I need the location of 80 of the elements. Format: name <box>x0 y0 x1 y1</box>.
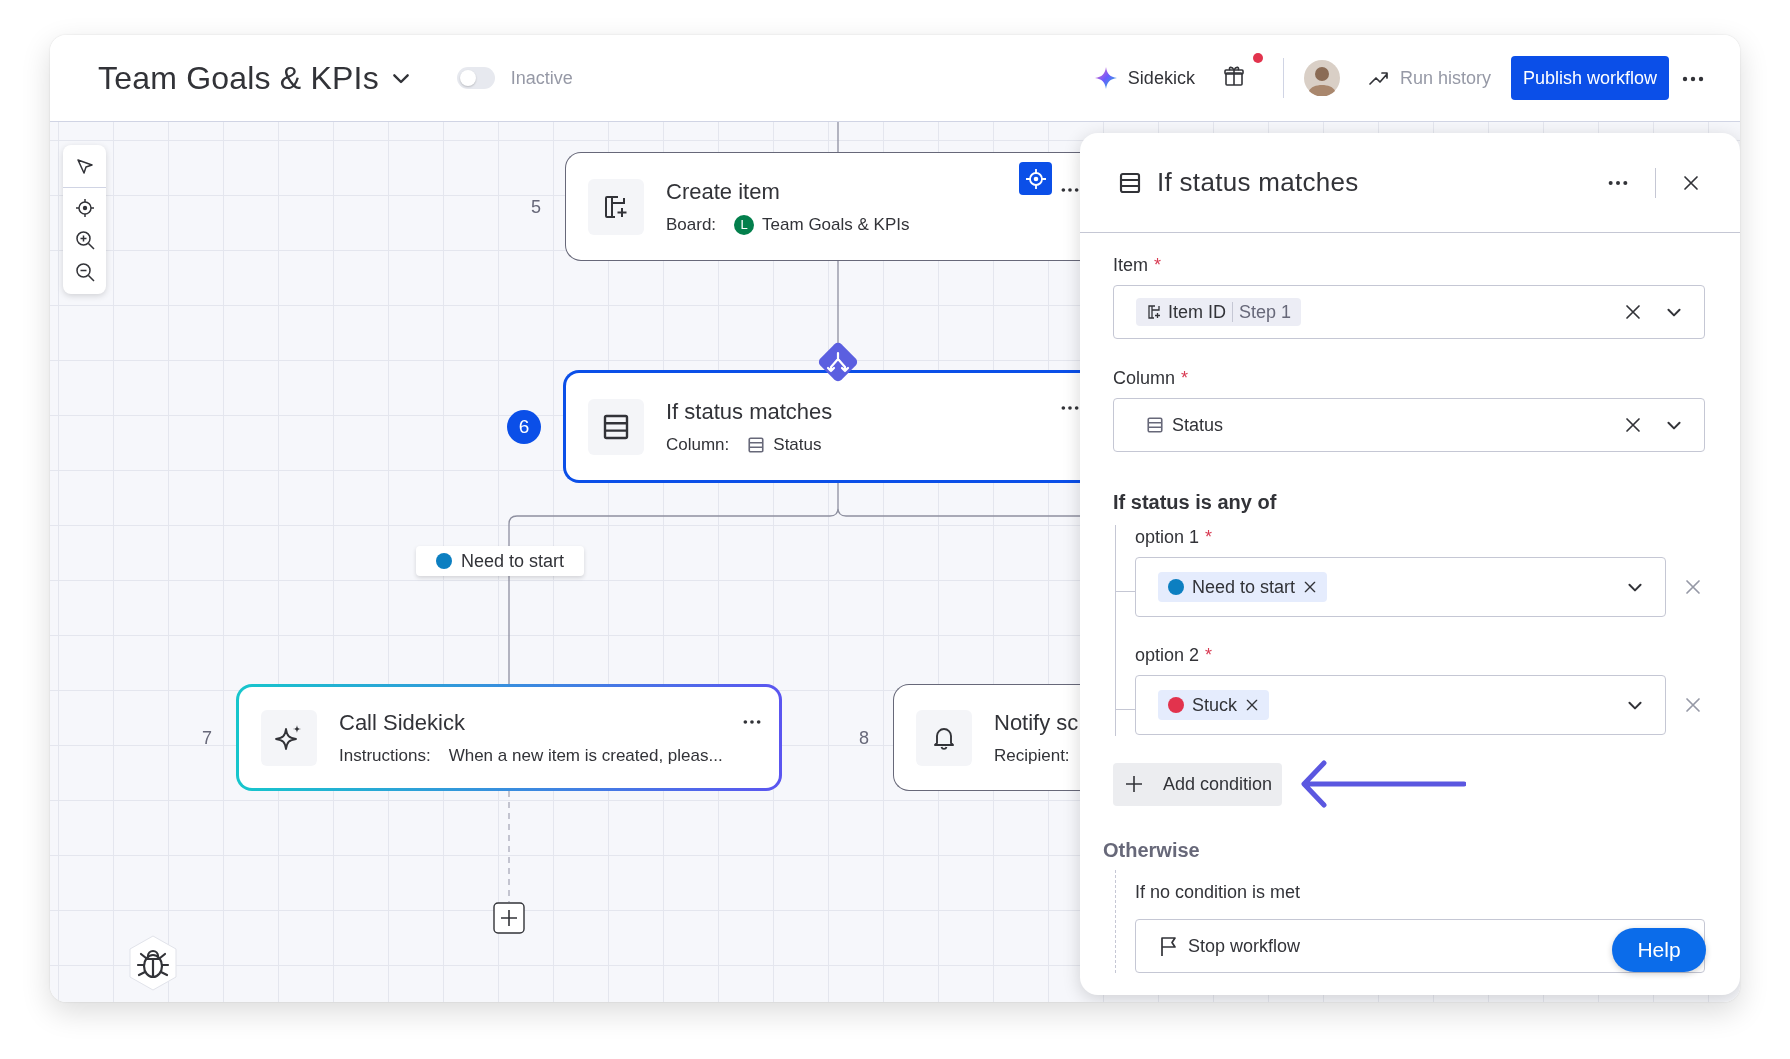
table-icon <box>1118 170 1142 195</box>
remove-icon[interactable] <box>1303 580 1318 594</box>
remove-option-icon[interactable] <box>1684 696 1702 714</box>
node-value: When a new item is created, pleas... <box>448 745 723 766</box>
required-mark: * <box>1205 526 1213 549</box>
chip-source: Step 1 <box>1239 301 1292 323</box>
workflow-step-card[interactable]: If status matches Column: Status <box>563 370 1080 483</box>
option-label: option 2 <box>1135 644 1200 667</box>
item-select[interactable]: Item ID Step 1 <box>1113 285 1705 339</box>
workflow-step-card[interactable]: Call Sidekick Instructions: When a new item is created, pleas... <box>236 684 782 791</box>
node-title: If status matches <box>666 398 833 425</box>
workflow-step-card[interactable]: Notify sc Recipient: <box>893 684 1080 791</box>
panel-title: If status matches <box>1157 167 1359 198</box>
clear-icon[interactable] <box>1624 303 1642 321</box>
field-value: Status <box>1172 414 1224 436</box>
status-toggle[interactable] <box>456 67 495 89</box>
action-value: Stop workflow <box>1188 935 1301 957</box>
zoom-in-icon[interactable] <box>74 230 95 250</box>
target-icon[interactable] <box>74 198 95 218</box>
publish-button[interactable]: Publish workflow <box>1510 56 1669 100</box>
column-select[interactable]: Status <box>1113 398 1705 452</box>
column-icon <box>1146 416 1164 434</box>
step-number: 7 <box>202 727 212 748</box>
toggle-label: Inactive <box>510 67 573 89</box>
more-icon[interactable] <box>1681 75 1705 83</box>
chip-text: Item ID <box>1168 301 1226 323</box>
node-title: Notify sc <box>994 709 1080 736</box>
locate-button[interactable] <box>1019 162 1052 195</box>
clear-icon[interactable] <box>1624 416 1642 434</box>
node-field-label: Instructions: <box>339 745 431 766</box>
table-icon <box>602 412 630 441</box>
field-label: Column <box>1113 367 1176 390</box>
add-condition-button[interactable]: Add condition <box>1113 762 1283 806</box>
section-title: If status is any of <box>1113 490 1278 514</box>
node-title: Call Sidekick <box>339 709 466 736</box>
more-icon[interactable] <box>1060 186 1080 194</box>
node-field-label: Column: <box>666 434 730 455</box>
connector-line <box>837 122 839 153</box>
field-label: Item <box>1113 254 1148 277</box>
otherwise-heading: Otherwise <box>1103 838 1201 862</box>
zoom-out-icon[interactable] <box>74 262 95 282</box>
avatar[interactable] <box>1303 60 1340 96</box>
node-title: Create item <box>666 178 781 205</box>
option-select[interactable]: Need to start <box>1135 557 1666 617</box>
remove-option-icon[interactable] <box>1684 578 1702 596</box>
node-value: Team Goals & KPIs <box>762 214 910 235</box>
sidekick-button[interactable]: Sidekick <box>1085 60 1203 96</box>
step-number-badge: 6 <box>507 409 541 444</box>
node-field-label: Board: <box>666 214 717 235</box>
option-label: option 1 <box>1135 526 1200 549</box>
more-icon[interactable] <box>742 718 762 726</box>
help-button[interactable]: Help <box>1612 928 1706 972</box>
status-chip-text: Need to start <box>1192 576 1296 598</box>
node-field-label: Recipient: <box>994 745 1070 766</box>
column-icon <box>747 435 766 454</box>
otherwise-label: If no condition is met <box>1135 881 1302 904</box>
cursor-icon[interactable] <box>74 157 95 177</box>
required-mark: * <box>1205 644 1213 667</box>
plus-icon <box>1125 775 1143 793</box>
node-value: Status <box>773 434 822 455</box>
workflow-title: Team Goals & KPIs <box>98 59 379 97</box>
step-number: 5 <box>531 196 541 217</box>
status-chip-text: Stuck <box>1192 694 1238 716</box>
target-icon <box>1024 167 1047 190</box>
option-select[interactable]: Stuck <box>1135 675 1666 735</box>
required-mark: * <box>1154 254 1162 277</box>
bug-button[interactable] <box>127 934 179 992</box>
close-icon[interactable] <box>1682 173 1700 192</box>
remove-icon[interactable] <box>1245 698 1260 712</box>
board-badge: L <box>734 214 755 235</box>
gift-icon[interactable] <box>1222 65 1245 87</box>
branch-label-text: Need to start <box>461 550 565 572</box>
add-step-button[interactable] <box>493 902 525 934</box>
workflow-step-card[interactable]: Create item Board: L Team Goals & KPIs <box>565 152 1080 261</box>
step-number: 8 <box>859 727 869 748</box>
more-icon[interactable] <box>1060 404 1080 412</box>
action-select[interactable]: Stop workflow Help <box>1135 919 1705 973</box>
add-item-icon <box>1146 304 1162 320</box>
more-icon[interactable] <box>1607 178 1629 187</box>
required-mark: * <box>1181 367 1189 390</box>
